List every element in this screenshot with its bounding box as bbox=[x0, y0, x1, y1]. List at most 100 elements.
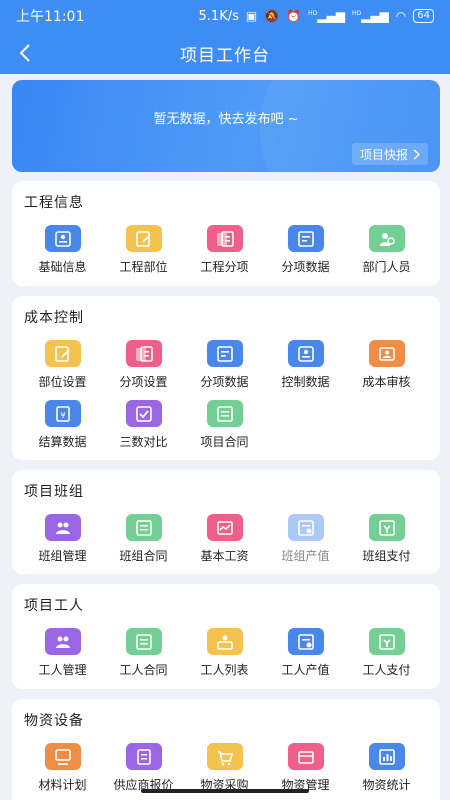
menu-item[interactable]: 项目合同 bbox=[184, 400, 265, 450]
menu-item[interactable]: 基本工资 bbox=[184, 514, 265, 564]
material-icon bbox=[287, 743, 324, 770]
person-card-icon bbox=[368, 340, 405, 367]
page-title: 项目工作台 bbox=[180, 45, 270, 66]
menu-item[interactable]: 工人管理 bbox=[22, 628, 103, 678]
alarm-icon: ⏰ bbox=[286, 9, 302, 23]
chevron-left-icon bbox=[19, 44, 30, 62]
menu-item[interactable]: 班组产值 bbox=[265, 514, 346, 564]
menu-item-label: 部门人员 bbox=[362, 260, 411, 274]
status-time: 上午11:01 bbox=[16, 9, 85, 25]
wage-icon bbox=[206, 514, 243, 541]
section-title: 项目班组 bbox=[24, 484, 84, 500]
section-cost-control: 成本控制 部位设置 分项设置 分项数据 控制数据 成本审核 ¥ 结算数据 三数对比 项目合同 bbox=[12, 296, 440, 460]
section-engineering-info: 工程信息 基础信息 工程部位 工程分项 分项数据 部门人员 bbox=[12, 181, 440, 286]
menu-item-label: 材料计划 bbox=[38, 778, 87, 792]
project-news-label: 项目快报 bbox=[359, 147, 408, 162]
menu-item[interactable]: 工人列表 bbox=[184, 628, 265, 678]
payment-icon bbox=[368, 514, 405, 541]
network-speed: 5.1K/s bbox=[198, 8, 239, 24]
menu-item-label: 工人列表 bbox=[200, 663, 249, 677]
edit-doc-icon bbox=[125, 225, 162, 252]
settle-icon: ¥ bbox=[44, 400, 81, 427]
signal-icon-2: HD▂▄▆ bbox=[351, 9, 389, 23]
output-icon bbox=[287, 628, 324, 655]
worker-list-icon bbox=[206, 628, 243, 655]
menu-item[interactable]: 分项设置 bbox=[103, 340, 184, 390]
wifi-icon: ◠ bbox=[395, 9, 407, 23]
menu-item-label: 班组产值 bbox=[281, 549, 330, 563]
menu-item-label: 基本工资 bbox=[200, 549, 249, 563]
section-title: 成本控制 bbox=[24, 310, 84, 326]
menu-item[interactable]: 控制数据 bbox=[265, 340, 346, 390]
menu-item-label: 工人合同 bbox=[119, 663, 168, 677]
contract-icon bbox=[206, 400, 243, 427]
home-indicator[interactable] bbox=[141, 789, 309, 793]
menu-item-label: 工人产值 bbox=[281, 663, 330, 677]
data-doc-icon bbox=[287, 225, 324, 252]
mute-icon: 🔕 bbox=[264, 9, 280, 23]
nfc-icon: ▣ bbox=[245, 9, 258, 23]
back-button[interactable] bbox=[10, 38, 40, 68]
chevron-right-icon bbox=[413, 148, 420, 160]
status-bar: 上午11:01 5.1K/s ▣ 🔕 ⏰ HD▂▄▆ HD▂▄▆ ◠ 64 bbox=[0, 0, 450, 32]
stats-icon bbox=[368, 743, 405, 770]
menu-item-label: 分项数据 bbox=[281, 260, 330, 274]
menu-item[interactable]: 物资采购 bbox=[184, 743, 265, 793]
menu-item[interactable]: 工人支付 bbox=[346, 628, 427, 678]
menu-item[interactable]: 部位设置 bbox=[22, 340, 103, 390]
menu-item-label: 结算数据 bbox=[38, 435, 87, 449]
menu-item[interactable]: 工人合同 bbox=[103, 628, 184, 678]
menu-item[interactable]: 工程分项 bbox=[184, 225, 265, 275]
menu-item[interactable]: 工程部位 bbox=[103, 225, 184, 275]
status-icons: 5.1K/s ▣ 🔕 ⏰ HD▂▄▆ HD▂▄▆ ◠ 64 bbox=[199, 9, 434, 24]
contract-icon bbox=[125, 628, 162, 655]
menu-item[interactable]: 班组支付 bbox=[346, 514, 427, 564]
section-materials-equipment: 物资设备 材料计划 供应商报价 物资采购 物资管理 物资统计 bbox=[12, 699, 440, 800]
menu-item[interactable]: ¥ 结算数据 bbox=[22, 400, 103, 450]
id-card-icon bbox=[44, 225, 81, 252]
list-doc-icon bbox=[125, 340, 162, 367]
empty-message: 暂无数据，快去发布吧 ~ bbox=[153, 112, 299, 127]
section-title: 物资设备 bbox=[24, 713, 84, 729]
menu-item-label: 分项数据 bbox=[200, 375, 249, 389]
section-project-team: 项目班组 班组管理 班组合同 基本工资 班组产值 班组支付 bbox=[12, 470, 440, 574]
menu-item[interactable]: 班组管理 bbox=[22, 514, 103, 564]
menu-item-label: 三数对比 bbox=[119, 435, 168, 449]
team-icon bbox=[44, 628, 81, 655]
menu-item[interactable]: 部门人员 bbox=[346, 225, 427, 275]
menu-item[interactable]: 材料计划 bbox=[22, 743, 103, 793]
menu-item[interactable]: 物资管理 bbox=[265, 743, 346, 793]
menu-item[interactable]: 分项数据 bbox=[184, 340, 265, 390]
purchase-icon bbox=[206, 743, 243, 770]
menu-item-label: 项目合同 bbox=[200, 435, 249, 449]
menu-item-label: 班组管理 bbox=[38, 549, 87, 563]
menu-item-label: 分项设置 bbox=[119, 375, 168, 389]
menu-item[interactable]: 物资统计 bbox=[346, 743, 427, 793]
menu-item-label: 班组支付 bbox=[362, 549, 411, 563]
svg-text:¥: ¥ bbox=[60, 411, 65, 420]
nav-bar: 项目工作台 bbox=[0, 32, 450, 74]
menu-item-label: 控制数据 bbox=[281, 375, 330, 389]
menu-item[interactable]: 成本审核 bbox=[346, 340, 427, 390]
edit-doc-icon bbox=[44, 340, 81, 367]
menu-item[interactable]: 三数对比 bbox=[103, 400, 184, 450]
team-icon bbox=[44, 514, 81, 541]
battery-icon: 64 bbox=[413, 9, 434, 23]
section-project-workers: 项目工人 工人管理 工人合同 工人列表 工人产值 工人支付 bbox=[12, 584, 440, 689]
menu-item[interactable]: 班组合同 bbox=[103, 514, 184, 564]
plan-icon bbox=[44, 743, 81, 770]
menu-item[interactable]: 基础信息 bbox=[22, 225, 103, 275]
output-icon bbox=[287, 514, 324, 541]
signal-icon-1: HD▂▄▆ bbox=[308, 9, 345, 23]
news-banner: 暂无数据，快去发布吧 ~ 项目快报 bbox=[12, 80, 440, 172]
menu-item[interactable]: 工人产值 bbox=[265, 628, 346, 678]
menu-item[interactable]: 分项数据 bbox=[265, 225, 346, 275]
project-news-button[interactable]: 项目快报 bbox=[351, 143, 428, 165]
section-title: 工程信息 bbox=[24, 195, 84, 211]
compare-icon bbox=[125, 400, 162, 427]
menu-item-label: 工人支付 bbox=[362, 663, 411, 677]
menu-item-label: 成本审核 bbox=[362, 375, 411, 389]
menu-item[interactable]: 供应商报价 bbox=[103, 743, 184, 793]
section-title: 项目工人 bbox=[24, 598, 84, 614]
menu-item-label: 工程分项 bbox=[200, 260, 249, 274]
